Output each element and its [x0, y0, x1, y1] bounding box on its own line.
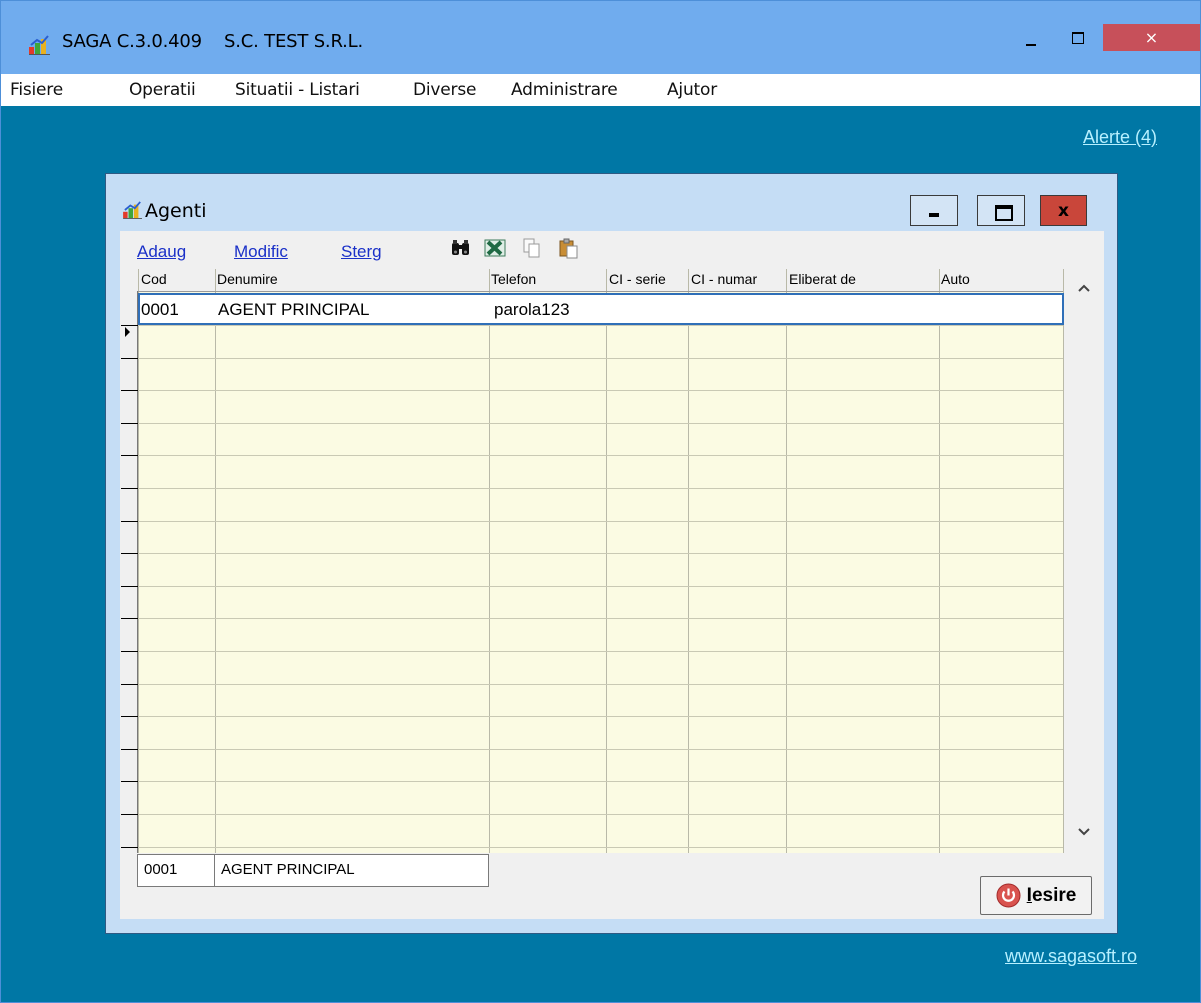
edit-button[interactable]: Modific — [234, 242, 288, 262]
grid-row-line — [138, 684, 1063, 685]
cell-cod[interactable]: 0001 — [141, 300, 179, 320]
grid-header: Cod Denumire Telefon CI - serie CI - num… — [121, 269, 1063, 291]
grid-row-line — [138, 618, 1063, 619]
grid-row-line — [138, 847, 1063, 848]
grid-row-line — [138, 814, 1063, 815]
row-indicator-tick — [121, 325, 138, 326]
row-indicator-column — [121, 291, 138, 853]
column-header-telefon[interactable]: Telefon — [491, 271, 536, 287]
grid-row-line — [138, 455, 1063, 456]
power-icon — [996, 883, 1021, 908]
column-header-denumire[interactable]: Denumire — [217, 271, 278, 287]
grid-row-line — [138, 521, 1063, 522]
alerts-link[interactable]: Alerte (4) — [1083, 127, 1157, 148]
row-indicator-tick — [121, 423, 138, 424]
row-indicator-tick — [121, 684, 138, 685]
child-maximize-button[interactable] — [977, 195, 1025, 226]
agenti-client-area: Adaug Modific Sterg Cod Denumire Telefon… — [120, 231, 1104, 919]
table-row[interactable]: 0001 AGENT PRINCIPAL parola123 — [138, 293, 1064, 325]
column-header-ci-numar[interactable]: CI - numar — [691, 271, 757, 287]
grid-row-line — [138, 716, 1063, 717]
menu-fisiere[interactable]: Fisiere — [10, 80, 63, 100]
column-header-cod[interactable]: Cod — [141, 271, 167, 287]
footer-cod-field: 0001 — [137, 854, 215, 887]
row-indicator-tick — [121, 586, 138, 587]
current-row-arrow-icon — [125, 327, 130, 337]
exit-button[interactable]: Iesire — [980, 876, 1092, 915]
row-indicator-tick — [121, 716, 138, 717]
main-window: SAGA C.3.0.409 S.C. TEST S.R.L. × Fisier… — [0, 0, 1201, 1003]
row-indicator-tick — [121, 651, 138, 652]
column-header-eliberat-de[interactable]: Eliberat de — [789, 271, 856, 287]
grid-column-line — [215, 269, 216, 853]
row-indicator-tick — [121, 814, 138, 815]
grid-row-line — [138, 325, 1063, 326]
cell-denumire[interactable]: AGENT PRINCIPAL — [218, 300, 369, 320]
binoculars-icon[interactable] — [450, 237, 472, 259]
paste-icon[interactable] — [558, 237, 580, 259]
grid-column-line — [138, 269, 139, 853]
window-title: SAGA C.3.0.409 S.C. TEST S.R.L. — [62, 31, 363, 52]
grid-row-line — [138, 781, 1063, 782]
agenti-window-icon — [123, 201, 142, 219]
grid-row-line — [138, 423, 1063, 424]
agents-grid[interactable]: Cod Denumire Telefon CI - serie CI - num… — [121, 269, 1104, 853]
grid-row-line — [138, 749, 1063, 750]
cell-telefon[interactable]: parola123 — [494, 300, 570, 320]
grid-row-line — [138, 358, 1063, 359]
grid-row-line — [138, 586, 1063, 587]
column-header-ci-serie[interactable]: CI - serie — [609, 271, 666, 287]
menu-operatii[interactable]: Operatii — [129, 80, 196, 100]
website-link[interactable]: www.sagasoft.ro — [1005, 946, 1137, 967]
grid-header-line — [138, 291, 1063, 292]
scroll-down-icon[interactable] — [1073, 821, 1095, 843]
title-bar[interactable]: SAGA C.3.0.409 S.C. TEST S.R.L. × — [1, 1, 1200, 74]
row-indicator-tick — [121, 521, 138, 522]
row-indicator-tick — [121, 749, 138, 750]
menu-bar: Fisiere Operatii Situatii - Listari Dive… — [1, 74, 1200, 106]
menu-situatii-listari[interactable]: Situatii - Listari — [235, 80, 360, 100]
excel-export-icon[interactable] — [484, 237, 506, 259]
copy-icon[interactable] — [521, 237, 543, 259]
row-indicator-tick — [121, 488, 138, 489]
minimize-button[interactable] — [1011, 27, 1057, 73]
row-indicator-tick — [121, 781, 138, 782]
grid-row-line — [138, 390, 1063, 391]
row-indicator-tick — [121, 455, 138, 456]
close-icon: x — [1058, 200, 1069, 221]
row-indicator-tick — [121, 358, 138, 359]
row-indicator-tick — [121, 553, 138, 554]
grid-column-line — [489, 269, 490, 853]
maximize-button[interactable] — [1057, 27, 1103, 73]
grid-column-line — [786, 269, 787, 853]
footer-denumire-field: AGENT PRINCIPAL — [214, 854, 489, 887]
menu-diverse[interactable]: Diverse — [413, 80, 476, 100]
menu-ajutor[interactable]: Ajutor — [667, 80, 717, 100]
vertical-scrollbar[interactable] — [1064, 269, 1104, 853]
close-icon: × — [1144, 28, 1159, 47]
saga-app-icon — [29, 35, 50, 55]
add-button[interactable]: Adaug — [137, 242, 186, 262]
child-close-button[interactable]: x — [1040, 195, 1087, 226]
menu-administrare[interactable]: Administrare — [511, 80, 618, 100]
delete-button[interactable]: Sterg — [341, 242, 382, 262]
row-indicator-tick — [121, 847, 138, 848]
child-minimize-button[interactable] — [910, 195, 958, 226]
exit-button-label: Iesire — [1026, 884, 1077, 906]
grid-column-line — [606, 269, 607, 853]
grid-column-line — [688, 269, 689, 853]
grid-row-line — [138, 553, 1063, 554]
agenti-window: Agenti x Adaug Modific Sterg Cod Denumir… — [105, 173, 1118, 934]
grid-row-line — [138, 488, 1063, 489]
row-indicator-tick — [121, 390, 138, 391]
grid-column-line — [939, 269, 940, 853]
agenti-window-title: Agenti — [145, 200, 207, 222]
scroll-up-icon[interactable] — [1073, 277, 1095, 299]
column-header-auto[interactable]: Auto — [941, 271, 970, 287]
grid-row-line — [138, 651, 1063, 652]
row-indicator-tick — [121, 618, 138, 619]
close-button[interactable]: × — [1103, 24, 1200, 51]
